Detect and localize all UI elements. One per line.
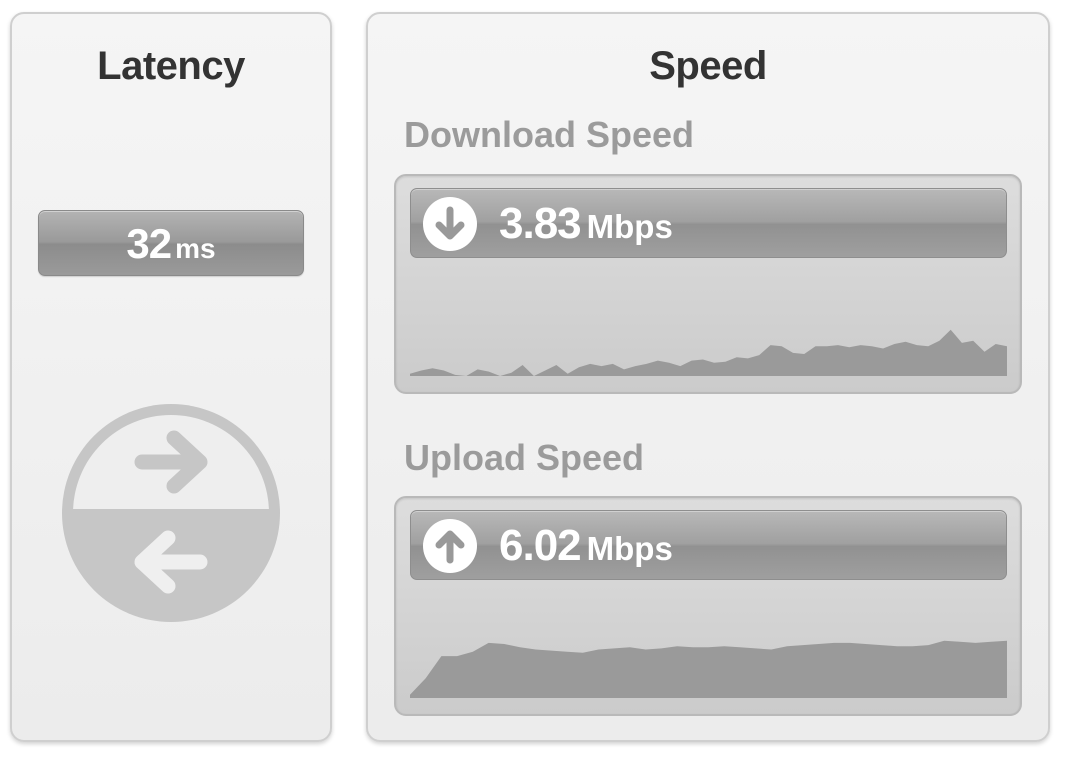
latency-unit: ms	[175, 233, 216, 264]
download-speed-label: Download Speed	[404, 114, 695, 155]
download-speed-area	[410, 329, 1007, 376]
speed-panel: Speed Download Speed 3.83 Mbps Upload Spe…	[366, 12, 1050, 742]
upload-speed-readout: 6.02 Mbps	[410, 510, 1007, 580]
upload-speed-graph	[410, 640, 1007, 698]
speed-title: Speed	[649, 44, 767, 88]
download-speed-graph	[410, 329, 1007, 376]
latency-panel: Latency 32 ms	[10, 12, 332, 742]
latency-value: 32	[126, 220, 172, 267]
download-speed-readout: 3.83 Mbps	[410, 188, 1007, 258]
upload-speed-area	[410, 640, 1007, 698]
latency-readout: 32 ms	[38, 210, 304, 276]
round-trip-arrows-icon	[60, 402, 282, 624]
download-speed-value: 3.83	[499, 199, 582, 248]
upload-speed-unit: Mbps	[586, 530, 673, 567]
upload-speed-box: 6.02 Mbps	[394, 496, 1022, 716]
upload-speed-label: Upload Speed	[404, 437, 645, 478]
arrow-down-circle-icon	[423, 197, 477, 251]
latency-title: Latency	[97, 44, 245, 88]
upload-speed-value: 6.02	[499, 521, 582, 570]
arrow-up-circle-icon	[423, 519, 477, 573]
download-speed-box: 3.83 Mbps	[394, 174, 1022, 394]
download-speed-unit: Mbps	[586, 208, 673, 245]
